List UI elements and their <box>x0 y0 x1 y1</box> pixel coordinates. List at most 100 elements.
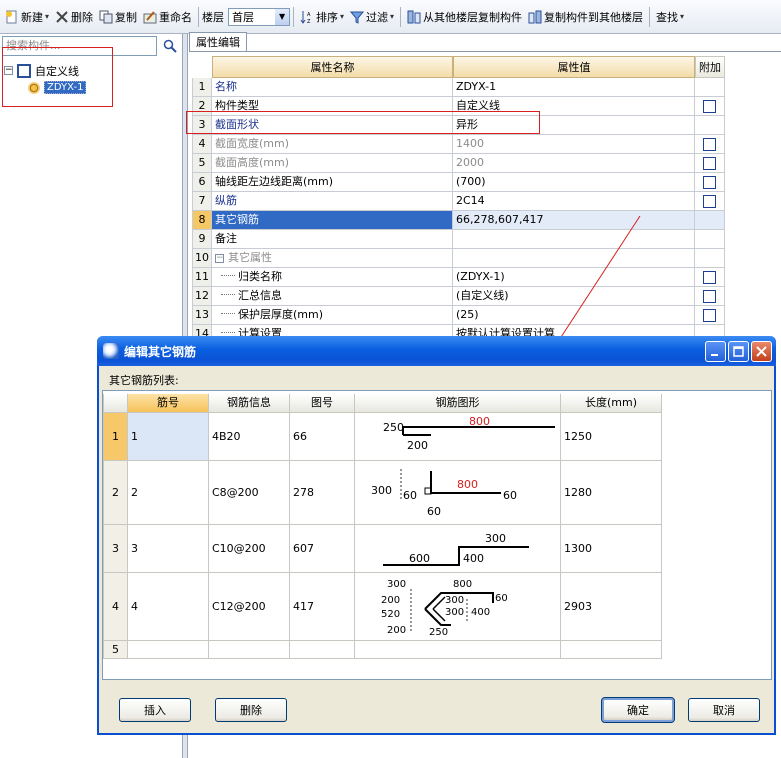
chevron-down-icon: ▾ <box>680 12 685 21</box>
figure-cell[interactable]: 417 <box>290 573 355 641</box>
shape-cell[interactable] <box>355 641 561 659</box>
property-value[interactable]: (ZDYX-1) <box>453 268 695 287</box>
tab-property-edit[interactable]: 属性编辑 <box>189 32 247 52</box>
property-value[interactable]: (自定义线) <box>453 287 695 306</box>
figure-cell[interactable]: 278 <box>290 461 355 525</box>
bar-cell[interactable]: 1 <box>128 413 209 461</box>
table-row[interactable]: 8 其它钢筋 66,278,607,417 <box>192 211 725 230</box>
ok-button[interactable]: 确定 <box>601 697 675 723</box>
extra-checkbox[interactable] <box>703 176 716 189</box>
row-number: 5 <box>103 641 128 659</box>
table-row[interactable]: 10 − 其它属性 <box>192 249 725 268</box>
bar-cell[interactable]: 4 <box>128 573 209 641</box>
figure-cell[interactable]: 607 <box>290 525 355 573</box>
bar-cell[interactable]: 3 <box>128 525 209 573</box>
extra-cell <box>695 268 725 287</box>
copy-to-floor-button[interactable]: 复制构件到其他楼层 <box>525 5 646 29</box>
maximize-button[interactable] <box>728 341 749 362</box>
extra-checkbox[interactable] <box>703 157 716 170</box>
corner-header <box>103 394 128 413</box>
floor-select[interactable]: 首层 ▼ <box>228 7 291 26</box>
table-row[interactable]: 9 备注 <box>192 230 725 249</box>
length-cell[interactable] <box>561 641 662 659</box>
copy-button[interactable]: 复制 <box>96 5 140 29</box>
property-value[interactable]: 2C14 <box>453 192 695 211</box>
table-row[interactable]: 1 名称 ZDYX-1 <box>192 78 725 97</box>
row-number: 1 <box>192 78 212 97</box>
info-cell[interactable]: C8@200 <box>209 461 290 525</box>
find-button[interactable]: 查找 ▾ <box>653 5 687 29</box>
filter-button[interactable]: 过滤 ▾ <box>347 5 397 29</box>
filter-label: 过滤 <box>366 10 389 24</box>
table-row[interactable]: 2 2 C8@200 278 300 60 800 60 60 1280 <box>103 461 663 525</box>
collapse-icon[interactable]: − <box>215 253 224 263</box>
tree-connector <box>221 294 235 295</box>
table-row[interactable]: 11 归类名称 (ZDYX-1) <box>192 268 725 287</box>
sort-button[interactable]: AZ 排序 ▾ <box>297 5 347 29</box>
col-header-extra: 附加 <box>695 56 725 78</box>
minimize-button[interactable] <box>705 341 726 362</box>
table-row[interactable]: 4 截面宽度(mm) 1400 <box>192 135 725 154</box>
app-icon <box>103 343 119 359</box>
toolbar: 新建 ▾ 删除 复制 重命名 楼层 首层 ▼ AZ 排序 ▾ 过滤 ▾ 从其他楼… <box>0 0 781 34</box>
property-value[interactable]: 66,278,607,417 <box>453 211 695 230</box>
extra-cell <box>695 97 725 116</box>
dialog-titlebar[interactable]: 编辑其它钢筋 <box>97 336 776 366</box>
shape-cell[interactable]: 250 800 200 <box>355 413 561 461</box>
copy-from-floor-label: 从其他楼层复制构件 <box>423 10 523 24</box>
property-value[interactable] <box>453 230 695 249</box>
delete-row-button[interactable]: 删除 <box>215 698 287 722</box>
table-row[interactable]: 4 4 C12@200 417 300 800 200 300 60 520 3… <box>103 573 663 641</box>
table-row[interactable]: 3 3 C10@200 607 300 600 400 1300 <box>103 525 663 573</box>
search-button[interactable] <box>160 36 180 56</box>
length-cell[interactable]: 1280 <box>561 461 662 525</box>
col-header-name: 属性名称 <box>212 56 453 78</box>
minimize-icon <box>711 354 718 356</box>
table-row[interactable]: 12 汇总信息 (自定义线) <box>192 287 725 306</box>
cancel-button[interactable]: 取消 <box>688 698 760 722</box>
shape-cell[interactable]: 300 600 400 <box>355 525 561 573</box>
insert-button[interactable]: 插入 <box>119 698 191 722</box>
col-header-bar: 筋号 <box>128 394 209 413</box>
property-value[interactable]: 1400 <box>453 135 695 154</box>
chevron-down-icon: ▼ <box>275 8 290 25</box>
dim-label: 200 <box>387 625 406 636</box>
info-cell[interactable]: 4B20 <box>209 413 290 461</box>
extra-checkbox[interactable] <box>703 195 716 208</box>
table-row[interactable]: 13 保护层厚度(mm) (25) <box>192 306 725 325</box>
table-row[interactable]: 1 1 4B20 66 250 800 200 1250 <box>103 413 663 461</box>
bar-cell[interactable]: 2 <box>128 461 209 525</box>
table-row[interactable]: 7 纵筋 2C14 <box>192 192 725 211</box>
extra-checkbox[interactable] <box>703 290 716 303</box>
table-row[interactable]: 6 轴线距左边线距离(mm) (700) <box>192 173 725 192</box>
bar-cell[interactable] <box>128 641 209 659</box>
delete-button[interactable]: 删除 <box>52 5 96 29</box>
figure-cell[interactable]: 66 <box>290 413 355 461</box>
info-cell[interactable] <box>209 641 290 659</box>
shape-cell[interactable]: 300 60 800 60 60 <box>355 461 561 525</box>
property-value[interactable]: (25) <box>453 306 695 325</box>
info-cell[interactable]: C12@200 <box>209 573 290 641</box>
extra-checkbox[interactable] <box>703 271 716 284</box>
property-name: 截面宽度(mm) <box>212 135 453 154</box>
extra-checkbox[interactable] <box>703 100 716 113</box>
length-cell[interactable]: 1300 <box>561 525 662 573</box>
dim-label: 300 <box>445 595 464 606</box>
close-button[interactable] <box>751 341 772 362</box>
rename-button[interactable]: 重命名 <box>140 5 195 29</box>
length-cell[interactable]: 1250 <box>561 413 662 461</box>
property-value[interactable]: 2000 <box>453 154 695 173</box>
figure-cell[interactable] <box>290 641 355 659</box>
length-cell[interactable]: 2903 <box>561 573 662 641</box>
highlight-box-section-shape <box>186 111 540 134</box>
extra-checkbox[interactable] <box>703 138 716 151</box>
extra-checkbox[interactable] <box>703 309 716 322</box>
info-cell[interactable]: C10@200 <box>209 525 290 573</box>
table-row[interactable]: 5 <box>103 641 663 659</box>
shape-cell[interactable]: 300 800 200 300 60 520 300 400 200 250 <box>355 573 561 641</box>
property-value[interactable]: ZDYX-1 <box>453 78 695 97</box>
copy-from-floor-button[interactable]: 从其他楼层复制构件 <box>404 5 525 29</box>
new-button[interactable]: 新建 ▾ <box>2 5 52 29</box>
table-row[interactable]: 5 截面高度(mm) 2000 <box>192 154 725 173</box>
property-value[interactable]: (700) <box>453 173 695 192</box>
